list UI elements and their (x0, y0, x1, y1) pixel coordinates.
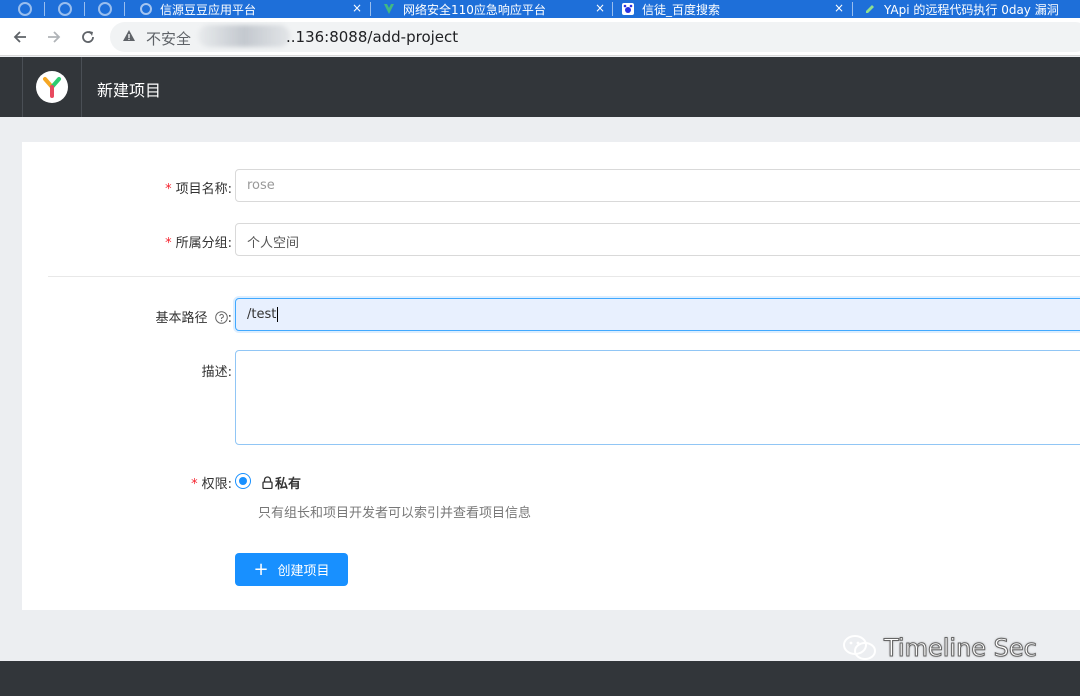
reload-button[interactable] (78, 27, 98, 47)
reload-tab-icon[interactable] (98, 2, 112, 16)
base-path-label: 基本路径 : (22, 307, 232, 326)
description-textarea[interactable] (235, 350, 1080, 445)
yapi-logo (36, 71, 68, 103)
browser-toolbar: 不安全 ..136:8088/add-project (0, 18, 1080, 56)
yapi-logo-icon (43, 77, 61, 98)
permission-label: * 权限: (22, 473, 232, 492)
tab-separator (370, 2, 371, 16)
required-mark: * (165, 182, 172, 197)
forward-button[interactable] (44, 27, 64, 47)
lock-icon (262, 476, 273, 489)
project-name-input[interactable]: rose (235, 169, 1080, 202)
required-mark: * (165, 236, 172, 251)
browser-tab-strip: 信源豆豆应用平台 × 网络安全110应急响应平台 × 信徒_百度搜索 × YAp… (0, 0, 1080, 18)
app-header: 新建项目 (0, 57, 1080, 117)
close-tab-icon[interactable]: × (595, 1, 605, 15)
private-option[interactable]: 私有 (262, 473, 301, 492)
warning-icon (123, 30, 135, 41)
base-path-value: /test (247, 307, 277, 322)
back-button[interactable] (10, 27, 30, 47)
form-divider (48, 276, 1080, 277)
permission-hint: 只有组长和项目开发者可以索引并查看项目信息 (258, 506, 532, 521)
tab-title: YApi 的远程代码执行 0day 漏洞 (884, 2, 1059, 17)
add-project-form: * 项目名称: rose * 所属分组: 个人空间 基本路径 : /test 描述:… (22, 142, 1080, 610)
vue-favicon-icon (384, 4, 394, 14)
create-project-button[interactable]: + 创建项目 (235, 553, 348, 586)
tab-separator (124, 2, 125, 16)
baidu-favicon-icon (622, 3, 634, 15)
redacted-host (198, 25, 290, 47)
private-radio[interactable] (235, 473, 251, 489)
tab-title: 网络安全110应急响应平台 (403, 2, 546, 17)
description-label: 描述: (201, 365, 232, 380)
browser-tab-4[interactable]: YApi 的远程代码执行 0day 漏洞 (864, 0, 1080, 18)
tab-separator (44, 2, 45, 16)
reload-icon (82, 31, 94, 43)
logo-link[interactable] (22, 57, 82, 117)
browser-tab-1[interactable]: 信源豆豆应用平台 × (140, 0, 368, 18)
close-tab-icon[interactable]: × (834, 1, 844, 15)
tab-title: 信徒_百度搜索 (642, 2, 721, 17)
label-colon: : (227, 311, 232, 326)
private-option-label: 私有 (275, 477, 302, 492)
required-mark: * (191, 477, 198, 492)
page-title: 新建项目 (97, 81, 162, 100)
group-select[interactable]: 个人空间 (235, 223, 1080, 256)
tab-separator (612, 2, 613, 16)
label-text: 基本路径 (155, 311, 208, 326)
wechat-icon (843, 635, 876, 660)
browser-tab-2[interactable]: 网络安全110应急响应平台 × (383, 0, 611, 18)
project-name-label: * 项目名称: (22, 178, 232, 197)
reload-tab-icon[interactable] (18, 2, 32, 16)
arrow-left-icon (13, 31, 26, 43)
label-text: 项目名称: (175, 182, 232, 197)
watermark-text: Timeline Sec (884, 634, 1038, 663)
arrow-right-icon (48, 31, 61, 43)
app-footer (0, 661, 1080, 696)
page-favicon-icon (140, 3, 152, 15)
security-status: 不安全 (146, 30, 192, 48)
label-text: 权限: (201, 477, 232, 492)
tab-separator (852, 2, 853, 16)
reload-tab-icon[interactable] (58, 2, 72, 16)
base-path-input[interactable]: /test (235, 298, 1080, 331)
label-text: 所属分组: (175, 236, 232, 251)
address-bar[interactable]: 不安全 ..136:8088/add-project (110, 22, 1080, 52)
text-caret (277, 307, 279, 322)
close-tab-icon[interactable]: × (352, 1, 362, 15)
tab-title: 信源豆豆应用平台 (160, 2, 257, 17)
browser-tab-3[interactable]: 信徒_百度搜索 × (622, 0, 850, 18)
create-project-label: 创建项目 (277, 564, 330, 579)
url-text: ..136:8088/add-project (286, 28, 459, 46)
edit-favicon-icon (866, 5, 874, 13)
question-circle-icon[interactable] (214, 311, 228, 324)
watermark: Timeline Sec (842, 634, 1038, 663)
plus-icon: + (253, 558, 269, 580)
tab-separator (84, 2, 85, 16)
group-label: * 所属分组: (22, 232, 232, 251)
